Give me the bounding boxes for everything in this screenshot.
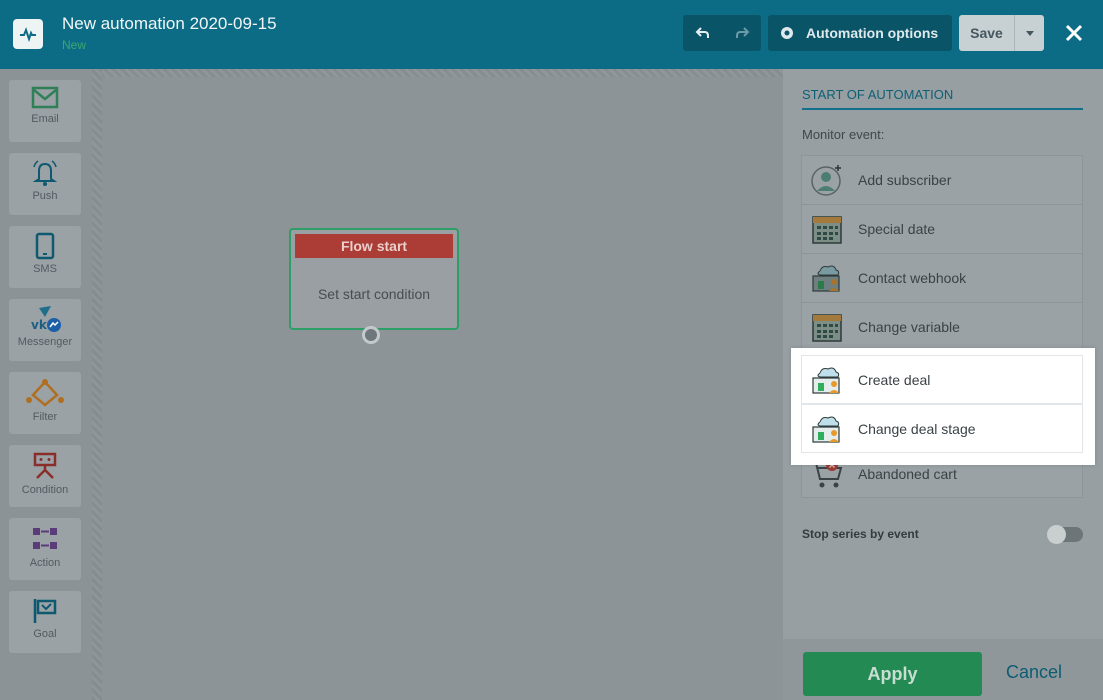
flow-start-node[interactable]: Flow start Set start condition [289,228,459,330]
event-label: Create deal [858,371,931,388]
cancel-button[interactable]: Cancel [1006,662,1062,683]
tool-sms[interactable]: SMS [9,226,81,288]
monitor-event-label: Monitor event: [802,127,885,142]
close-icon [1065,24,1083,42]
tool-action[interactable]: Action [9,518,81,580]
event-change-variable[interactable]: Change variable [801,302,1083,351]
stop-series-toggle[interactable] [1047,525,1083,544]
save-dropdown-button[interactable] [1015,15,1044,51]
event-special-date[interactable]: Special date [801,204,1083,253]
add-subscriber-icon [810,163,844,197]
event-create-deal[interactable]: Create deal [801,355,1083,404]
gear-icon [781,27,793,39]
tool-goal[interactable]: Goal [9,591,81,653]
event-contact-webhook[interactable]: Contact webhook [801,253,1083,302]
highlighted-events: Create deal Change deal stage [791,348,1095,465]
calendar-icon [810,310,844,344]
toggle-knob [1047,525,1066,544]
tool-label: Condition [21,484,69,496]
chevron-down-icon [1025,30,1034,36]
node-output-port[interactable] [362,326,380,344]
calendar-icon [810,212,844,246]
pulse-icon [13,19,43,49]
tool-label: Messenger [17,336,73,348]
event-label: Add subscriber [858,172,952,188]
tool-label: Action [29,557,61,569]
automation-options-button[interactable]: Automation options [768,15,952,51]
event-label: Change deal stage [858,420,976,437]
webhook-icon [810,261,844,295]
tool-label: SMS [33,263,57,275]
redo-button[interactable] [722,15,761,51]
save-button[interactable]: Save [959,15,1015,51]
tool-email[interactable]: Email [9,80,81,142]
redo-icon [735,27,749,38]
history-controls [683,15,761,51]
event-label: Special date [858,221,936,237]
automation-options-label: Automation options [806,25,939,41]
page-title: New automation 2020-09-15 [62,14,277,33]
tool-label: Filter [32,411,58,423]
deal-icon [810,363,844,397]
canvas-top-border [102,69,783,77]
phone-icon [35,232,55,260]
panel-footer: Apply Cancel [783,639,1103,700]
status-label: New [62,38,87,52]
messenger-icon: vk [31,306,61,332]
undo-icon [695,27,709,38]
apply-button[interactable]: Apply [803,652,982,696]
tool-push[interactable]: Push [9,153,81,215]
bell-icon [32,160,58,186]
event-change-deal-stage[interactable]: Change deal stage [801,404,1083,453]
event-label: Abandoned cart [858,465,957,482]
tool-condition[interactable]: Condition [9,445,81,507]
panel-title: START OF AUTOMATION [802,87,1083,110]
tool-filter[interactable]: Filter [9,372,81,434]
filter-icon [26,379,64,407]
condition-icon [33,452,57,479]
close-button[interactable] [1062,21,1086,45]
event-label: Contact webhook [858,270,967,286]
deal-icon [810,412,844,446]
tool-messenger[interactable]: vk Messenger [9,299,81,361]
svg-text:vk: vk [31,318,48,332]
flag-icon [33,599,57,623]
save-button-group: Save [959,15,1044,51]
tool-label: Goal [33,628,57,640]
event-label: Change variable [858,319,960,335]
stop-series-label: Stop series by event [802,527,919,541]
tool-label: Push [32,190,58,202]
toolbar-divider [92,69,102,700]
action-icon [33,528,57,549]
tool-label: Email [31,113,59,125]
email-icon [31,86,59,109]
undo-button[interactable] [683,15,722,51]
block-toolbar: Email Push SMS vk Messenger Filter Condi… [0,69,92,700]
event-add-subscriber[interactable]: Add subscriber [801,155,1083,204]
node-body: Set start condition [317,286,431,302]
header-bar: New automation 2020-09-15 New Automation… [0,0,1103,69]
node-title: Flow start [295,234,453,258]
